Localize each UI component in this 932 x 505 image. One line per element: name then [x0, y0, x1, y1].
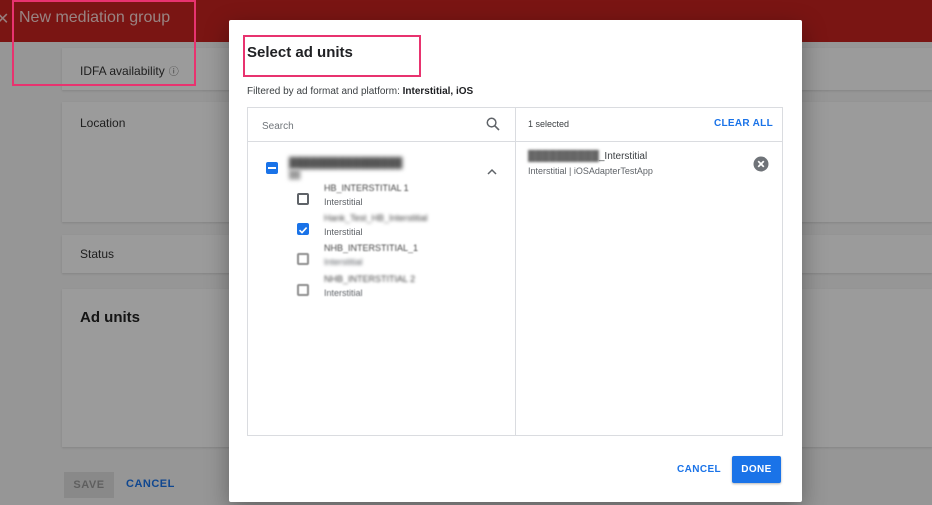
ad-unit-checkbox[interactable] [297, 223, 309, 235]
ad-unit-checkbox[interactable] [297, 253, 309, 265]
ad-unit-name: Hank_Test_HB_Interstitial [324, 213, 428, 223]
ad-unit-item[interactable]: NHB_INTERSTITIAL_1 Interstitial [248, 243, 515, 273]
select-ad-units-dialog: Select ad units Filtered by ad format an… [229, 20, 802, 502]
ad-unit-item[interactable]: Hank_Test_HB_Interstitial Interstitial [248, 213, 515, 243]
ad-unit-picker: ████████████████ ██ HB_INTERSTITIAL 1 In… [247, 107, 783, 436]
selected-ad-units-pane: 1 selected CLEAR ALL ██████████_Intersti… [516, 108, 782, 435]
ad-unit-checkbox[interactable] [297, 284, 309, 296]
search-bar [248, 108, 515, 142]
app-group-sublabel: ██ [289, 170, 301, 179]
ad-unit-format: Interstitial [324, 288, 363, 298]
ad-unit-item[interactable]: NHB_INTERSTITIAL 2 Interstitial [248, 274, 515, 304]
ad-unit-checkbox[interactable] [297, 193, 309, 205]
filter-description: Filtered by ad format and platform: Inte… [247, 86, 474, 97]
selected-count: 1 selected [528, 119, 570, 129]
ad-unit-format: Interstitial [324, 197, 363, 207]
ad-unit-name: HB_INTERSTITIAL 1 [324, 183, 409, 193]
highlight-box [243, 35, 421, 77]
ad-unit-format: Interstitial [324, 257, 363, 267]
filter-value: Interstitial, iOS [402, 86, 474, 97]
check-icon [298, 227, 308, 234]
selected-ad-unit-name: ██████████_Interstitial [528, 151, 648, 162]
chevron-up-icon[interactable] [487, 162, 497, 180]
app-group-label: ████████████████ [289, 158, 403, 169]
clear-all-button[interactable]: CLEAR ALL [714, 118, 773, 129]
search-icon[interactable] [486, 117, 500, 136]
app-group-row[interactable]: ████████████████ ██ [248, 150, 515, 180]
available-ad-units-pane: ████████████████ ██ HB_INTERSTITIAL 1 In… [248, 108, 516, 435]
group-checkbox[interactable] [266, 162, 278, 174]
search-input[interactable] [260, 117, 474, 135]
ad-unit-name: NHB_INTERSTITIAL_1 [324, 243, 419, 253]
selected-ad-unit: ██████████_Interstitial Interstitial | i… [516, 148, 782, 184]
ad-unit-name: NHB_INTERSTITIAL 2 [324, 274, 416, 284]
remove-circle-icon[interactable] [753, 156, 769, 177]
ad-unit-item[interactable]: HB_INTERSTITIAL 1 Interstitial [248, 183, 515, 213]
ad-unit-format: Interstitial [324, 227, 363, 237]
done-button[interactable]: DONE [732, 456, 781, 483]
selected-ad-unit-detail: Interstitial | iOSAdapterTestApp [528, 166, 653, 176]
dialog-cancel-button[interactable]: CANCEL [677, 464, 721, 475]
selected-header: 1 selected CLEAR ALL [516, 108, 782, 142]
highlight-box [12, 0, 196, 86]
